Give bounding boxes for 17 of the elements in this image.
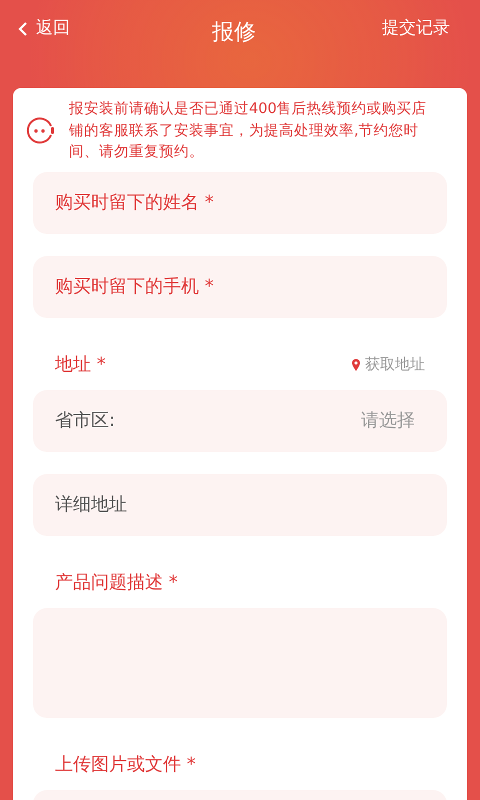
region-select[interactable]: 省市区: 请选择	[33, 390, 447, 452]
text-field[interactable]: 购买时留下的姓名 *	[33, 172, 447, 234]
select-value: 请选择	[361, 409, 415, 433]
location-pin-icon	[352, 358, 360, 370]
text-field[interactable]: 购买时留下的手机 *	[33, 256, 447, 318]
section-label: 上传图片或文件 *	[55, 753, 196, 777]
back-button[interactable]: 返回	[18, 16, 128, 42]
region-label: 省市区:	[55, 409, 116, 433]
page-title: 报修	[212, 19, 256, 47]
notice-text: 报安装前请确认是否已通过400售后热线预约或购买店铺的客服联系了安装事宜，为提高处理效率,节约您时间、请勿重复预约。	[69, 100, 428, 162]
customer-service-icon	[25, 117, 55, 146]
section-label: 产品问题描述 *	[55, 571, 178, 595]
section-label: 地址 *	[55, 353, 106, 377]
submit-records-link[interactable]: 提交记录	[340, 16, 450, 42]
get-address-link[interactable]: 获取地址	[352, 353, 425, 376]
text-field[interactable]: 详细地址	[33, 474, 447, 536]
chevron-left-icon	[18, 20, 28, 37]
